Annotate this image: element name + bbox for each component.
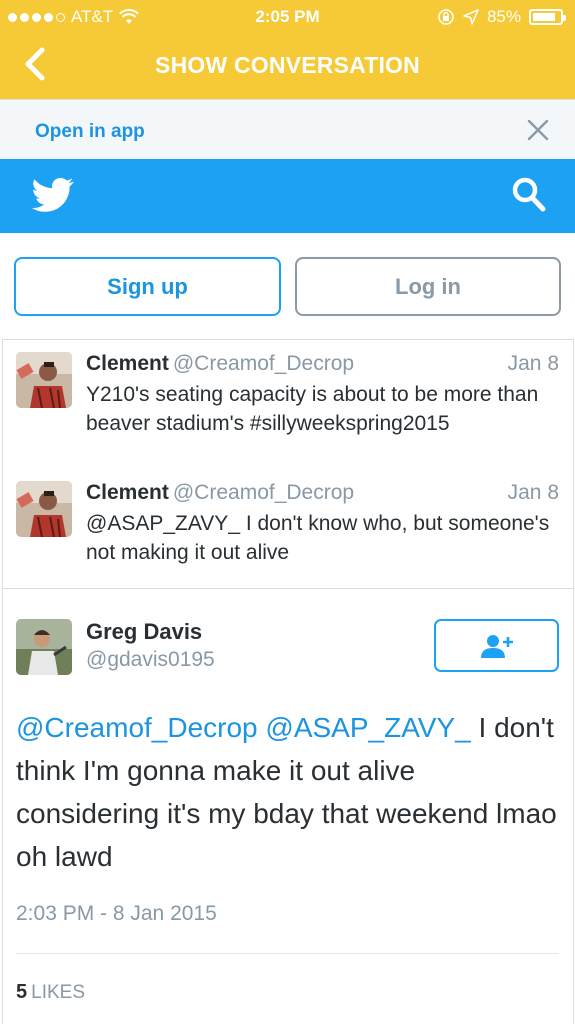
mention-link[interactable]: @ASAP_ZAVY_ bbox=[265, 712, 470, 743]
sign-up-button[interactable]: Sign up bbox=[14, 257, 281, 316]
follow-button[interactable] bbox=[434, 619, 559, 672]
status-bar: AT&T 2:05 PM 85% bbox=[0, 0, 575, 34]
main-tweet-author-name[interactable]: Greg Davis bbox=[86, 619, 202, 645]
top-header: AT&T 2:05 PM 85% SHOW CONVERSATION bbox=[0, 0, 575, 99]
open-in-app-link[interactable]: Open in app bbox=[35, 121, 145, 143]
author-name: Clement bbox=[86, 481, 169, 504]
avatar[interactable] bbox=[16, 481, 72, 537]
mention-link[interactable]: @Creamof_Decrop bbox=[16, 712, 258, 743]
twitter-header bbox=[0, 159, 575, 233]
main-tweet-avatar[interactable] bbox=[16, 619, 72, 675]
author-handle: @Creamof_Decrop bbox=[172, 481, 355, 504]
avatar[interactable] bbox=[16, 352, 72, 408]
tweet-text: Y210's seating capacity is about to be m… bbox=[86, 383, 539, 435]
tweet-author[interactable]: Clement @Creamof_Decrop bbox=[86, 352, 354, 376]
main-tweet-author-handle[interactable]: @gdavis0195 bbox=[86, 648, 215, 672]
author-name: Clement bbox=[86, 352, 169, 375]
search-icon[interactable] bbox=[511, 176, 547, 214]
tweet-author[interactable]: Clement @Creamof_Decrop bbox=[86, 481, 354, 505]
battery-percent: 85% bbox=[486, 7, 521, 26]
battery-icon bbox=[529, 9, 566, 25]
divider bbox=[16, 953, 559, 954]
twitter-bird-icon[interactable] bbox=[32, 175, 74, 215]
likes-label: LIKES bbox=[31, 982, 85, 1003]
add-user-icon bbox=[480, 634, 513, 658]
status-right: 85% bbox=[437, 7, 566, 27]
tweet-text: @ASAP_ZAVY_ I don't know who, but someon… bbox=[86, 512, 550, 564]
divider bbox=[2, 588, 574, 589]
rotation-lock-icon bbox=[438, 9, 454, 25]
tweet-date: Jan 8 bbox=[507, 352, 559, 375]
open-in-app-banner: Open in app bbox=[0, 99, 575, 159]
close-icon[interactable] bbox=[527, 119, 549, 141]
log-in-button[interactable]: Log in bbox=[295, 257, 561, 316]
likes-stat[interactable]: 5 LIKES bbox=[16, 981, 85, 1004]
page-title: SHOW CONVERSATION bbox=[155, 52, 420, 78]
main-tweet-text: @Creamof_Decrop @ASAP_ZAVY_ I don't thin… bbox=[16, 706, 561, 878]
tweet-timestamp[interactable]: 2:03 PM - 8 Jan 2015 bbox=[16, 902, 217, 926]
location-arrow-icon bbox=[463, 9, 479, 25]
author-handle: @Creamof_Decrop bbox=[172, 352, 355, 375]
tweet-date: Jan 8 bbox=[507, 481, 559, 504]
nav-bar: SHOW CONVERSATION bbox=[0, 34, 575, 99]
likes-count: 5 bbox=[16, 981, 28, 1003]
